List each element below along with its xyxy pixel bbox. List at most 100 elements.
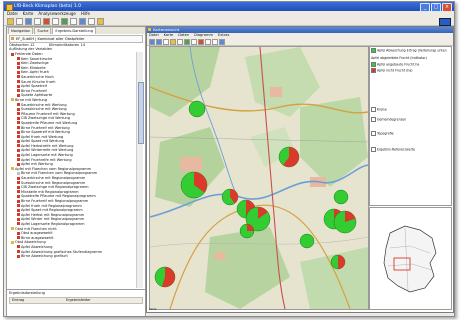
folder-icon xyxy=(11,98,14,102)
variable-list-label: Auflistung der Variablen xyxy=(9,47,53,51)
zoom-in-icon[interactable] xyxy=(149,38,155,45)
folder-icon xyxy=(11,37,14,40)
tab-navigation[interactable]: Navigation xyxy=(8,27,34,34)
layer-icon xyxy=(17,126,20,129)
pie-marker[interactable] xyxy=(330,254,346,270)
column-eintrag[interactable]: Eintrag xyxy=(12,298,24,303)
tree-item-label: Fehlende Daten xyxy=(15,52,43,56)
tree-item-label: Birne Abweichung grafisch xyxy=(21,254,68,259)
tree-item-label: Spaete Apfelsorte xyxy=(21,93,53,98)
legend-item[interactable]: Topografie xyxy=(371,131,394,136)
search-icon[interactable] xyxy=(43,17,50,25)
tree-item-label: Obst mit Flaechen nicht xyxy=(15,226,57,231)
layer-icon xyxy=(17,194,20,198)
layer-icon xyxy=(17,158,20,162)
column-ergebnisfelder[interactable]: Ergebnisfelder xyxy=(66,298,91,303)
save-icon[interactable] xyxy=(25,17,32,25)
layer-icon xyxy=(17,171,20,175)
tree-item-label: Spaetreife Pflaume mit Wertung xyxy=(21,120,78,125)
identify-icon[interactable] xyxy=(191,38,197,45)
pie-marker[interactable] xyxy=(278,146,300,168)
refresh-icon[interactable] xyxy=(198,38,204,45)
layer-icon xyxy=(17,93,20,97)
pie-marker[interactable] xyxy=(154,266,176,288)
result-panel: Ergebnisdarstellung Eintrag Ergebnisfeld… xyxy=(6,289,146,316)
result-panel-title: Ergebnisdarstellung xyxy=(9,291,45,295)
layer-icon xyxy=(17,213,20,217)
copy-icon[interactable] xyxy=(52,17,59,25)
tree-item-label: Obst Abweichung xyxy=(15,240,46,245)
measure-icon[interactable] xyxy=(177,38,183,45)
layer-icon xyxy=(17,185,20,189)
legend-item[interactable]: Kreise xyxy=(371,107,387,112)
map-window-title: Kartenansicht xyxy=(153,27,180,32)
layer-icon xyxy=(17,89,20,93)
tree-item-label: Birne mit Flaechen vom Regionalprogramm xyxy=(21,171,98,176)
table-icon[interactable] xyxy=(70,17,77,25)
legend-label: Apfel nicht Frucht (ha) xyxy=(377,68,413,73)
legend-label: Apfel abgeleitete Frucht (Indikator) xyxy=(371,56,427,60)
tree-item-label: Apfel Abweichung grafisches Stufendiagra… xyxy=(21,249,103,254)
chart-icon[interactable] xyxy=(61,17,68,25)
tree-item-label: Mirabelle mit Regionalprogramm xyxy=(21,189,79,194)
print-icon[interactable] xyxy=(34,17,41,25)
print-map-icon[interactable] xyxy=(219,38,225,45)
select-icon[interactable] xyxy=(170,38,176,45)
tree-item-label: Kein Zwetschge xyxy=(21,61,49,66)
open-icon[interactable] xyxy=(16,17,23,25)
tab-ergebnis-darstellung[interactable]: Ergebnis-Darstellung xyxy=(52,27,97,34)
checkbox-icon[interactable] xyxy=(371,107,376,112)
pie-marker[interactable] xyxy=(299,233,315,249)
pie-marker[interactable] xyxy=(180,171,208,199)
layer-icon xyxy=(17,70,20,74)
tree-item-label: Kein Mirabelle xyxy=(21,65,46,70)
new-icon[interactable] xyxy=(7,17,14,25)
legend-item[interactable]: Apfel abgeleitete Frucht (Indikator) xyxy=(371,56,427,61)
layer-icon[interactable] xyxy=(184,38,190,45)
legend-label: Apfel Abweichung Ertrag (Verteilung) unt… xyxy=(377,48,447,53)
overview-map[interactable] xyxy=(369,207,452,310)
red-swatch-icon xyxy=(371,68,376,73)
zoom-out-icon[interactable] xyxy=(156,38,162,45)
tree-item-label: Sauerkirsche Hoch xyxy=(21,74,54,79)
layer-icon xyxy=(17,162,20,166)
legend-item[interactable]: Apfel angebaute Frucht ha xyxy=(371,62,419,67)
legend-label: Kreise xyxy=(377,107,387,112)
help-icon[interactable] xyxy=(97,17,104,25)
tree-item-label: Birne ausgewaehlt xyxy=(21,235,54,240)
legend-item[interactable]: Apfel nicht Frucht (ha) xyxy=(371,68,413,73)
export-icon[interactable] xyxy=(212,38,218,45)
tree-item-label: Sauerkirsche mit Wertung xyxy=(21,102,67,107)
legend-item[interactable]: Ergebnis-Referenzwerte xyxy=(371,147,415,152)
checkbox-icon[interactable] xyxy=(371,117,376,122)
pie-marker[interactable] xyxy=(221,188,239,206)
pie-marker[interactable] xyxy=(333,210,357,234)
scrollbar-thumb[interactable] xyxy=(138,82,144,144)
pan-icon[interactable] xyxy=(163,38,169,45)
checkbox-icon[interactable] xyxy=(371,147,376,152)
folder-icon xyxy=(11,240,14,244)
checkbox-icon[interactable] xyxy=(371,48,376,53)
fullextent-icon[interactable] xyxy=(205,38,211,45)
selection-label: EF_SubKH | Kombinat aller Obstpfeiler xyxy=(16,37,85,41)
selection-field[interactable]: EF_SubKH | Kombinat aller Obstpfeiler xyxy=(9,35,143,43)
checkbox-icon[interactable] xyxy=(371,131,376,136)
pie-marker[interactable] xyxy=(239,223,255,239)
legend-item[interactable]: Apfel Abweichung Ertrag (Verteilung) unt… xyxy=(371,48,447,53)
result-table-header: Eintrag Ergebnisfelder xyxy=(9,297,143,304)
pie-marker[interactable] xyxy=(188,100,206,118)
tree-scrollbar[interactable] xyxy=(136,52,144,288)
layer-icon xyxy=(17,116,20,120)
map-icon[interactable] xyxy=(79,17,86,25)
layer-icon xyxy=(17,176,20,180)
tree-item-label: Apfel mit Wertung xyxy=(21,162,53,167)
tab-suche[interactable]: Suche xyxy=(34,27,52,34)
legend-item[interactable]: Gemeindegrenzen xyxy=(371,117,406,122)
column-klimaindikatoren: Klimaindikatoren 14 xyxy=(49,43,86,47)
settings-icon[interactable] xyxy=(88,17,95,25)
layer-icon xyxy=(17,135,20,139)
tree-item[interactable]: Birne Abweichung grafisch xyxy=(9,254,135,259)
tree-item-label: Birne Fruehreif xyxy=(21,88,47,93)
map-canvas[interactable] xyxy=(149,46,369,310)
pie-marker[interactable] xyxy=(333,189,349,205)
